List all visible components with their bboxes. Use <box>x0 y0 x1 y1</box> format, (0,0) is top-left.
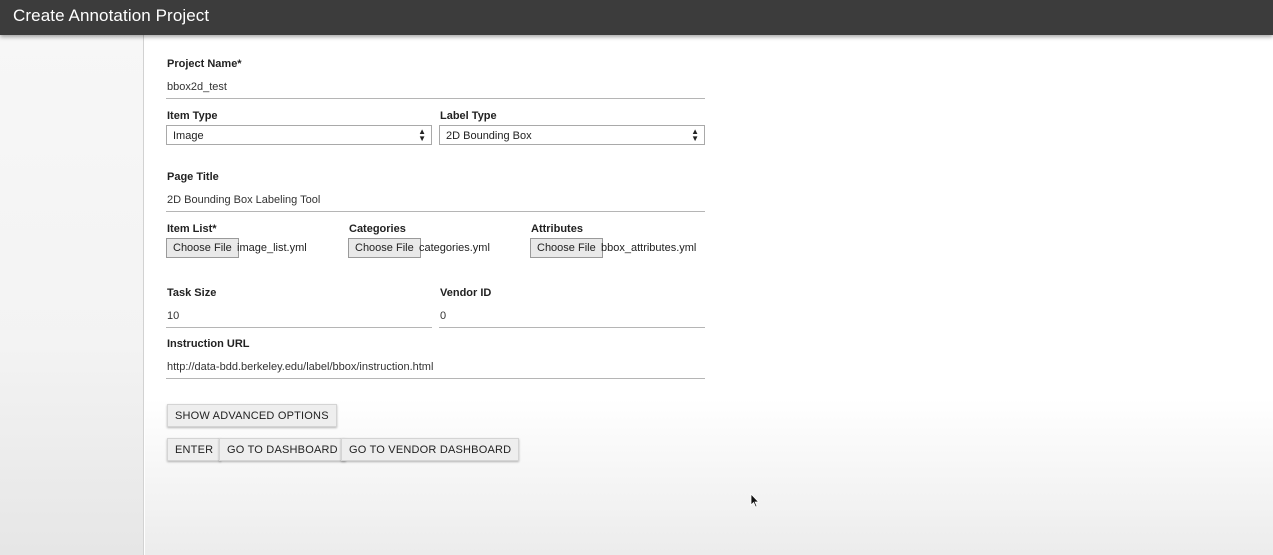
instruction-url-label: Instruction URL <box>167 338 250 350</box>
app-title: Create Annotation Project <box>13 6 210 25</box>
project-name-label: Project Name* <box>167 58 242 70</box>
item-list-file-name: image_list.yml <box>237 242 307 254</box>
page-title-input[interactable]: 2D Bounding Box Labeling Tool <box>167 194 320 206</box>
go-to-dashboard-button[interactable]: GO TO DASHBOARD <box>219 438 346 461</box>
mouse-pointer-icon <box>750 493 760 508</box>
vendor-id-label: Vendor ID <box>440 287 492 299</box>
project-name-input[interactable]: bbox2d_test <box>167 81 227 93</box>
item-list-choose-file-button[interactable]: Choose File <box>166 238 239 258</box>
show-advanced-options-button[interactable]: SHOW ADVANCED OPTIONS <box>167 404 337 427</box>
item-type-select[interactable]: Image ▲ ▼ <box>166 125 432 145</box>
vendor-id-underline <box>439 327 705 328</box>
enter-button[interactable]: ENTER <box>167 438 222 461</box>
instruction-url-input[interactable]: http://data-bdd.berkeley.edu/label/bbox/… <box>167 361 433 373</box>
page-title-underline <box>166 211 705 212</box>
task-size-underline <box>166 327 432 328</box>
app-bar: Create Annotation Project <box>0 0 1273 35</box>
main-content <box>145 35 1273 555</box>
task-size-label: Task Size <box>167 287 217 299</box>
vendor-id-input[interactable]: 0 <box>440 310 446 322</box>
attributes-file-name: bbox_attributes.yml <box>601 242 697 254</box>
categories-file-name: categories.yml <box>419 242 490 254</box>
label-type-label: Label Type <box>440 110 497 122</box>
sidebar <box>0 35 144 555</box>
item-list-label: Item List* <box>167 223 217 235</box>
up-down-arrow-icon: ▲ ▼ <box>418 127 426 143</box>
item-type-value: Image <box>173 130 204 142</box>
item-type-label: Item Type <box>167 110 218 122</box>
categories-choose-file-button[interactable]: Choose File <box>348 238 421 258</box>
label-type-value: 2D Bounding Box <box>446 130 532 142</box>
instruction-url-underline <box>166 378 705 379</box>
attributes-label: Attributes <box>531 223 583 235</box>
up-down-arrow-icon: ▲ ▼ <box>691 127 699 143</box>
label-type-select[interactable]: 2D Bounding Box ▲ ▼ <box>439 125 705 145</box>
categories-label: Categories <box>349 223 406 235</box>
task-size-input[interactable]: 10 <box>167 310 179 322</box>
attributes-choose-file-button[interactable]: Choose File <box>530 238 603 258</box>
project-name-underline <box>166 98 705 99</box>
page-title-label: Page Title <box>167 171 219 183</box>
go-to-vendor-dashboard-button[interactable]: GO TO VENDOR DASHBOARD <box>341 438 520 461</box>
